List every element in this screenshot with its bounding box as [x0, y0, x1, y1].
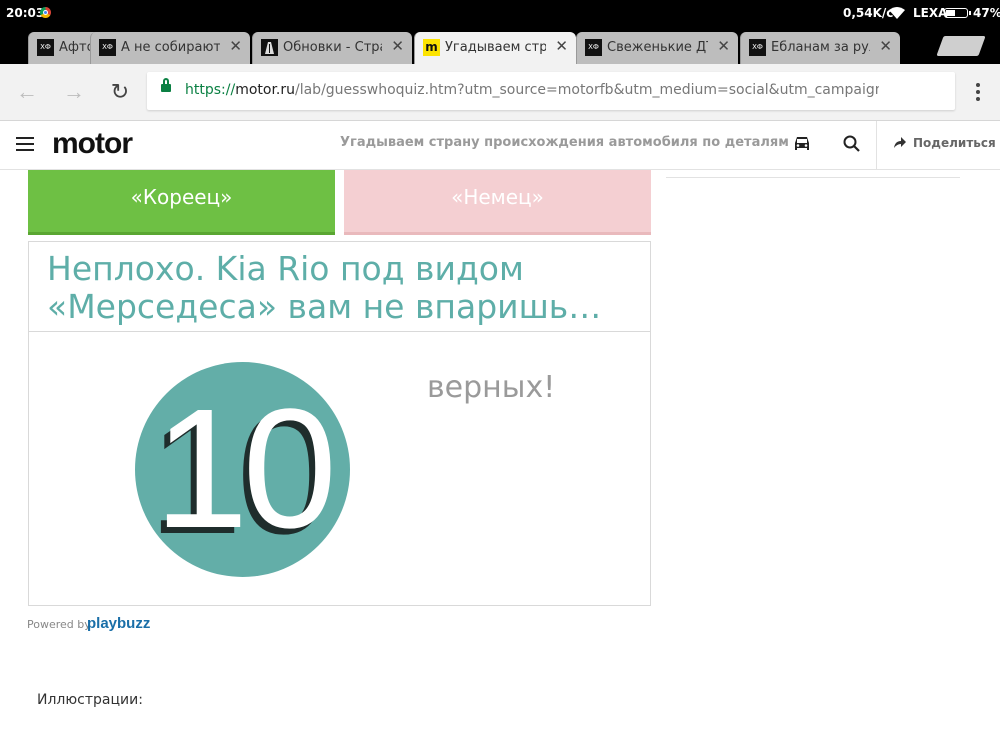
- quiz-result-card: Неплохо. Kia Rio под видом «Мерседеса» в…: [28, 241, 651, 606]
- overflow-menu-icon[interactable]: [966, 80, 990, 104]
- close-tab-icon[interactable]: ✕: [879, 37, 892, 55]
- site-header: motor Угадываем страну происхождения авт…: [0, 121, 1000, 170]
- score-circle: 10: [135, 362, 350, 577]
- wifi-icon: [889, 7, 905, 19]
- tab-strip: ХФ Афтог ХФ А не собираются ✕ Обновки - …: [0, 26, 1000, 64]
- address-bar[interactable]: https://motor.ru/lab/guesswhoquiz.htm?ut…: [147, 72, 955, 110]
- score-value: 10: [153, 374, 337, 564]
- tab-title: Обновки - Страни: [283, 40, 382, 55]
- result-divider: [29, 331, 650, 332]
- status-time: 20:03: [6, 6, 45, 20]
- site-favicon: ХФ: [585, 39, 602, 56]
- network-speed: 0,54K/c: [843, 6, 894, 20]
- browser-tab[interactable]: Обновки - Страни ✕: [252, 32, 412, 64]
- browser-tab[interactable]: ХФ Свеженькие ДТП ✕: [576, 32, 738, 64]
- site-favicon: [261, 39, 278, 56]
- back-arrow-icon[interactable]: ←: [15, 80, 39, 104]
- battery-icon: [944, 8, 971, 18]
- browser-tab[interactable]: ХФ А не собираются ✕: [90, 32, 250, 64]
- close-tab-icon[interactable]: ✕: [555, 37, 568, 55]
- close-tab-icon[interactable]: ✕: [229, 37, 242, 55]
- close-tab-icon[interactable]: ✕: [391, 37, 404, 55]
- reload-icon[interactable]: ↻: [108, 80, 132, 104]
- illustrations-caption: Иллюстрации:: [37, 692, 143, 708]
- battery-percent: 47%: [973, 6, 1000, 20]
- close-tab-icon[interactable]: ✕: [717, 37, 730, 55]
- site-favicon: ХФ: [749, 39, 766, 56]
- secure-lock-icon: [161, 78, 171, 92]
- result-headline: Неплохо. Kia Rio под видом «Мерседеса» в…: [47, 249, 602, 326]
- sidebar-divider: [666, 177, 960, 178]
- tab-title: Угадываем стран: [445, 40, 546, 55]
- site-favicon: m: [423, 39, 440, 56]
- score-label: верных!: [427, 370, 556, 405]
- forward-arrow-icon[interactable]: →: [62, 80, 86, 104]
- playbuzz-logo[interactable]: playbuzz: [87, 615, 150, 632]
- site-logo[interactable]: motor: [52, 127, 133, 161]
- answer-option-correct[interactable]: «Кореец»: [28, 170, 335, 235]
- page-title: Угадываем страну происхождения автомобил…: [340, 135, 789, 150]
- url-text[interactable]: https://motor.ru/lab/guesswhoquiz.htm?ut…: [185, 82, 879, 98]
- browser-tab[interactable]: ХФ Ебланам за руле ✕: [740, 32, 900, 64]
- search-icon[interactable]: [843, 135, 861, 153]
- browser-tab-active[interactable]: m Угадываем стран ✕: [414, 32, 576, 64]
- tab-title: Ебланам за руле: [771, 40, 870, 55]
- car-icon[interactable]: [792, 135, 812, 153]
- chrome-notification-icon: [40, 7, 51, 18]
- tab-title: А не собираются: [121, 40, 220, 55]
- powered-by-text: Powered by: [27, 618, 91, 631]
- share-label: Поделиться: [913, 136, 996, 150]
- share-button[interactable]: Поделиться: [876, 121, 1000, 169]
- hamburger-menu-icon[interactable]: [16, 137, 34, 151]
- status-bar: 20:03 0,54K/c LEXA 47%: [0, 0, 1000, 26]
- new-tab-button[interactable]: [936, 36, 986, 56]
- share-arrow-icon: [894, 137, 906, 148]
- site-favicon: ХФ: [37, 39, 54, 56]
- site-favicon: ХФ: [99, 39, 116, 56]
- carrier-name: LEXA: [913, 6, 948, 20]
- tab-title: Свеженькие ДТП: [607, 40, 708, 55]
- answer-option-wrong[interactable]: «Немец»: [344, 170, 651, 235]
